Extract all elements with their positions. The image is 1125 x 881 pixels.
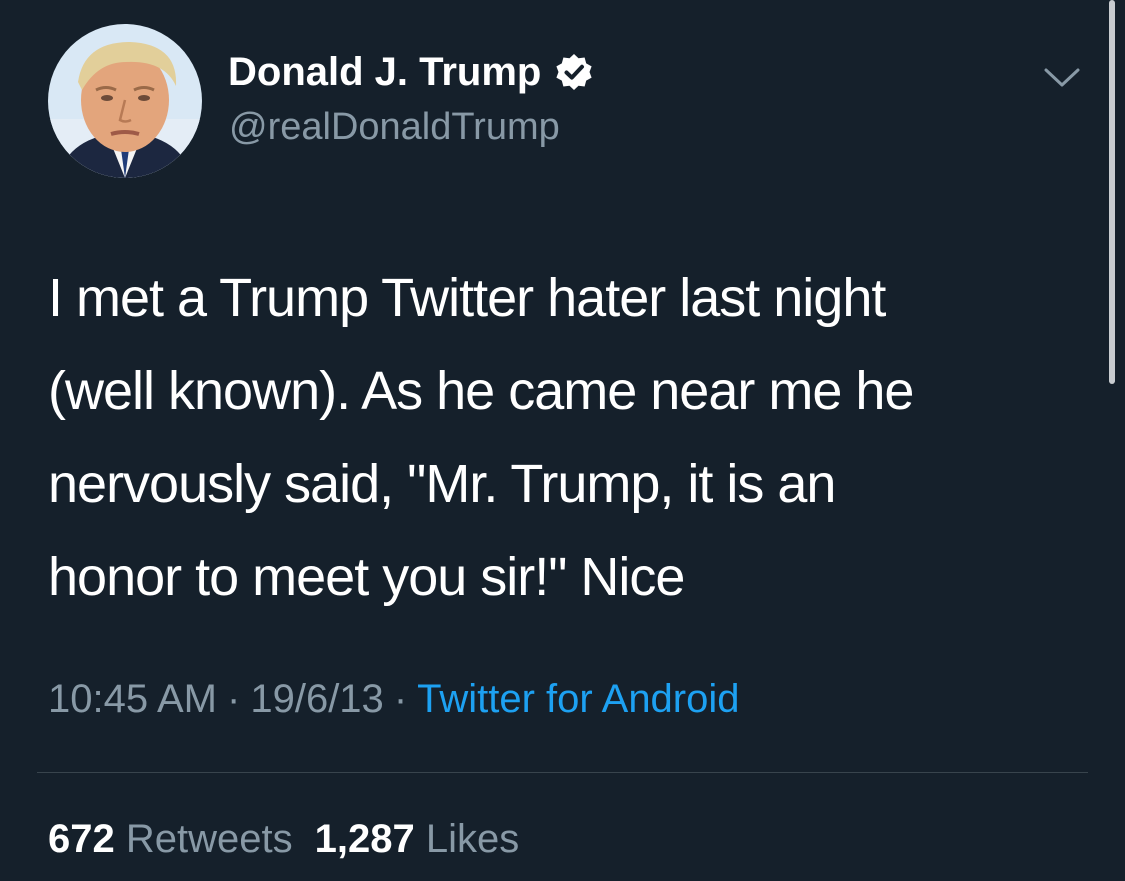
retweets-stat[interactable]: 672 Retweets <box>48 817 293 861</box>
tweet-date: 19/6/13 <box>250 677 384 721</box>
scrollbar[interactable] <box>1109 0 1115 384</box>
tweet-text: I met a Trump Twitter hater last night (… <box>48 252 1068 624</box>
tweet-stats: 672 Retweets 1,287 Likes <box>48 814 519 864</box>
tweet-metadata: 10:45 AM · 19/6/13 · Twitter for Android <box>48 674 740 724</box>
tweet-text-line: nervously said, "Mr. Trump, it is an <box>48 454 836 514</box>
tweet-text-line: I met a Trump Twitter hater last night <box>48 268 886 328</box>
retweets-count: 672 <box>48 817 115 861</box>
tweet-source-link[interactable]: Twitter for Android <box>417 677 739 721</box>
likes-stat[interactable]: 1,287 Likes <box>315 817 520 861</box>
likes-label: Likes <box>425 817 520 861</box>
tweet-text-line: honor to meet you sir!" Nice <box>48 547 685 607</box>
author-handle[interactable]: @realDonaldTrump <box>229 104 560 150</box>
author-name-row[interactable]: Donald J. Trump <box>228 48 593 96</box>
avatar[interactable] <box>48 24 202 178</box>
tweet-text-line: (well known). As he came near me he <box>48 361 914 421</box>
tweet-time: 10:45 AM <box>48 677 218 721</box>
verified-badge-icon <box>555 53 593 91</box>
avatar-image <box>48 24 202 178</box>
chevron-down-icon[interactable] <box>1040 60 1084 96</box>
metadata-separator: · <box>393 677 408 721</box>
retweets-label: Retweets <box>125 817 293 861</box>
display-name[interactable]: Donald J. Trump <box>228 48 541 96</box>
metadata-separator: · <box>227 677 241 721</box>
divider <box>37 772 1088 773</box>
likes-count: 1,287 <box>314 817 415 861</box>
